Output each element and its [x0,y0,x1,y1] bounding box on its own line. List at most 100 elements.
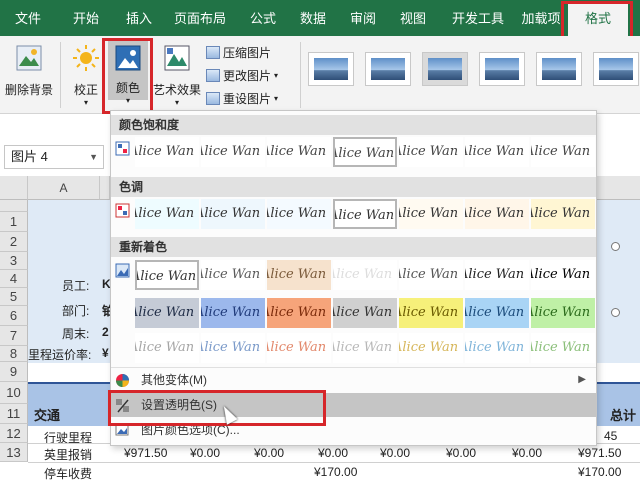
corrections-button[interactable]: 校正 ▾ [66,44,106,107]
row-header-3[interactable]: 3 [0,252,28,270]
saturation-swatch-7[interactable]: Alice Wan [531,137,595,167]
recolor-b-swatch-3[interactable]: Alice Wan [267,298,331,328]
resize-handle[interactable] [611,242,620,251]
tone-swatch-5[interactable]: Alice Wan [399,199,463,229]
tab-9[interactable]: 加载项 [518,0,564,36]
recolor-c-swatch-4[interactable]: Alice Wan [333,333,397,363]
recolor-b-swatch-4[interactable]: Alice Wan [333,298,397,328]
recolor-b-swatch-2[interactable]: Alice Wan [201,298,265,328]
tone-swatch-4[interactable]: Alice Wan [333,199,397,229]
tab-10[interactable]: 格式 [568,4,628,36]
column-header-a[interactable]: A [28,176,100,200]
recolor-a-swatch-1[interactable]: Alice Wan [135,260,199,290]
select-all-corner[interactable] [0,176,28,200]
tone-swatch-7[interactable]: Alice Wan [531,199,595,229]
name-box-dropdown-icon[interactable]: ▼ [89,146,98,168]
change-picture-button[interactable]: 更改图片 ▾ [206,67,278,84]
recolor-a-swatch-3[interactable]: Alice Wan [267,260,331,290]
tone-swatch-3[interactable]: Alice Wan [267,199,331,229]
recolor-b-swatch-1[interactable]: Alice Wan [135,298,199,328]
column-header-end[interactable] [596,176,640,200]
recolor-c-swatch-1[interactable]: Alice Wan [135,333,199,363]
row-header-5[interactable]: 5 [0,288,28,306]
row-header-1[interactable]: 1 [0,212,28,232]
recolor-b-swatch-6[interactable]: Alice Wan [465,298,529,328]
change-dropdown-icon: ▾ [274,71,279,80]
tab-3[interactable]: 页面布局 [162,0,238,36]
mileage-rate-value: ¥ [102,346,109,360]
name-box[interactable]: 图片 4 ▼ [4,145,104,169]
section-tone: 色调 [111,177,596,197]
row-header-12[interactable]: 12 [0,424,28,443]
row-header-9[interactable]: 9 [0,362,28,382]
recolor-a-swatch-7[interactable]: Alice Wan [531,260,595,290]
saturation-swatch-5[interactable]: Alice Wan [399,137,463,167]
column-header-b[interactable] [100,176,110,200]
color-label: 颜色 [115,81,140,95]
row-header-6[interactable]: 6 [0,306,28,326]
transport-header: 交通 [34,408,61,423]
artistic-effects-icon [164,45,190,71]
resize-handle[interactable] [611,308,620,317]
ribbon-tab-bar: 文件 开始 插入 页面布局 公式 数据 审阅 视图 开发工具 加载项 格式 [0,0,640,36]
saturation-swatch-3[interactable]: Alice Wan [267,137,331,167]
palette-icon [116,374,129,387]
tab-0[interactable]: 文件 [0,0,56,36]
picture-style-4[interactable] [479,52,525,86]
corrections-dropdown-icon: ▾ [83,98,88,107]
recolor-a-swatch-5[interactable]: Alice Wan [399,260,463,290]
recolor-c-swatch-7[interactable]: Alice Wan [531,333,595,363]
saturation-swatch-1[interactable]: Alice Wan [135,137,199,167]
tone-swatch-1[interactable]: Alice Wan [135,199,199,229]
row12-value: ¥0.00 [254,446,285,460]
row-header-8[interactable]: 8 [0,346,28,362]
row-header-10[interactable]: 10 [0,382,28,404]
tab-1[interactable]: 开始 [56,0,116,36]
tab-5[interactable]: 数据 [288,0,338,36]
menu-set-transparent-color[interactable]: 设置透明色(S) [111,393,596,417]
row12-value: ¥0.00 [318,446,349,460]
compress-pictures-button[interactable]: 压缩图片 [206,44,271,61]
row-header-11[interactable]: 11 [0,404,28,424]
tab-7[interactable]: 视图 [388,0,438,36]
saturation-swatch-6[interactable]: Alice Wan [465,137,529,167]
tone-swatch-2[interactable]: Alice Wan [201,199,265,229]
remove-background-label: 删除背景 [4,83,53,97]
recolor-a-swatch-6[interactable]: Alice Wan [465,260,529,290]
tone-swatch-6[interactable]: Alice Wan [465,199,529,229]
artistic-effects-button[interactable]: 艺术效果 ▾ [150,44,204,107]
menu-picture-color-options[interactable]: 图片颜色选项(C)... [111,418,596,442]
transparent-color-icon [116,399,129,413]
tab-6[interactable]: 审阅 [338,0,388,36]
picture-style-6[interactable] [593,52,639,86]
remove-background-button[interactable]: 删除背景 [2,44,56,98]
recolor-c-swatch-3[interactable]: Alice Wan [267,333,331,363]
saturation-swatch-4[interactable]: Alice Wan [333,137,397,167]
recolor-a-swatch-2[interactable]: Alice Wan [201,260,265,290]
row-header-4[interactable]: 4 [0,270,28,288]
saturation-swatch-2[interactable]: Alice Wan [201,137,265,167]
recolor-c-swatch-5[interactable]: Alice Wan [399,333,463,363]
recolor-c-swatch-2[interactable]: Alice Wan [201,333,265,363]
recolor-b-swatch-5[interactable]: Alice Wan [399,298,463,328]
picture-style-2[interactable] [365,52,411,86]
submenu-arrow-icon: ▶ [578,374,586,385]
row-header-13[interactable]: 13 [0,443,28,462]
recolor-c-swatch-6[interactable]: Alice Wan [465,333,529,363]
menu-more-variants[interactable]: 其他变体(M) ▶ [111,368,596,392]
tab-4[interactable]: 公式 [238,0,288,36]
recolor-b-swatch-7[interactable]: Alice Wan [531,298,595,328]
department-label: 部门: [62,304,90,318]
grid-lines [28,462,640,463]
reset-picture-button[interactable]: 重设图片 ▾ [206,90,278,107]
row-header-2[interactable]: 2 [0,232,28,252]
tab-8[interactable]: 开发工具 [438,0,518,36]
recolor-a-swatch-4[interactable]: Alice Wan [333,260,397,290]
color-button[interactable]: 颜色 ▾ [108,40,148,105]
reset-dropdown-icon: ▾ [274,94,279,103]
tab-2[interactable]: 插入 [116,0,162,36]
row-header-7[interactable]: 7 [0,326,28,346]
picture-style-5[interactable] [536,52,582,86]
picture-style-3[interactable] [422,52,468,86]
picture-style-1[interactable] [308,52,354,86]
